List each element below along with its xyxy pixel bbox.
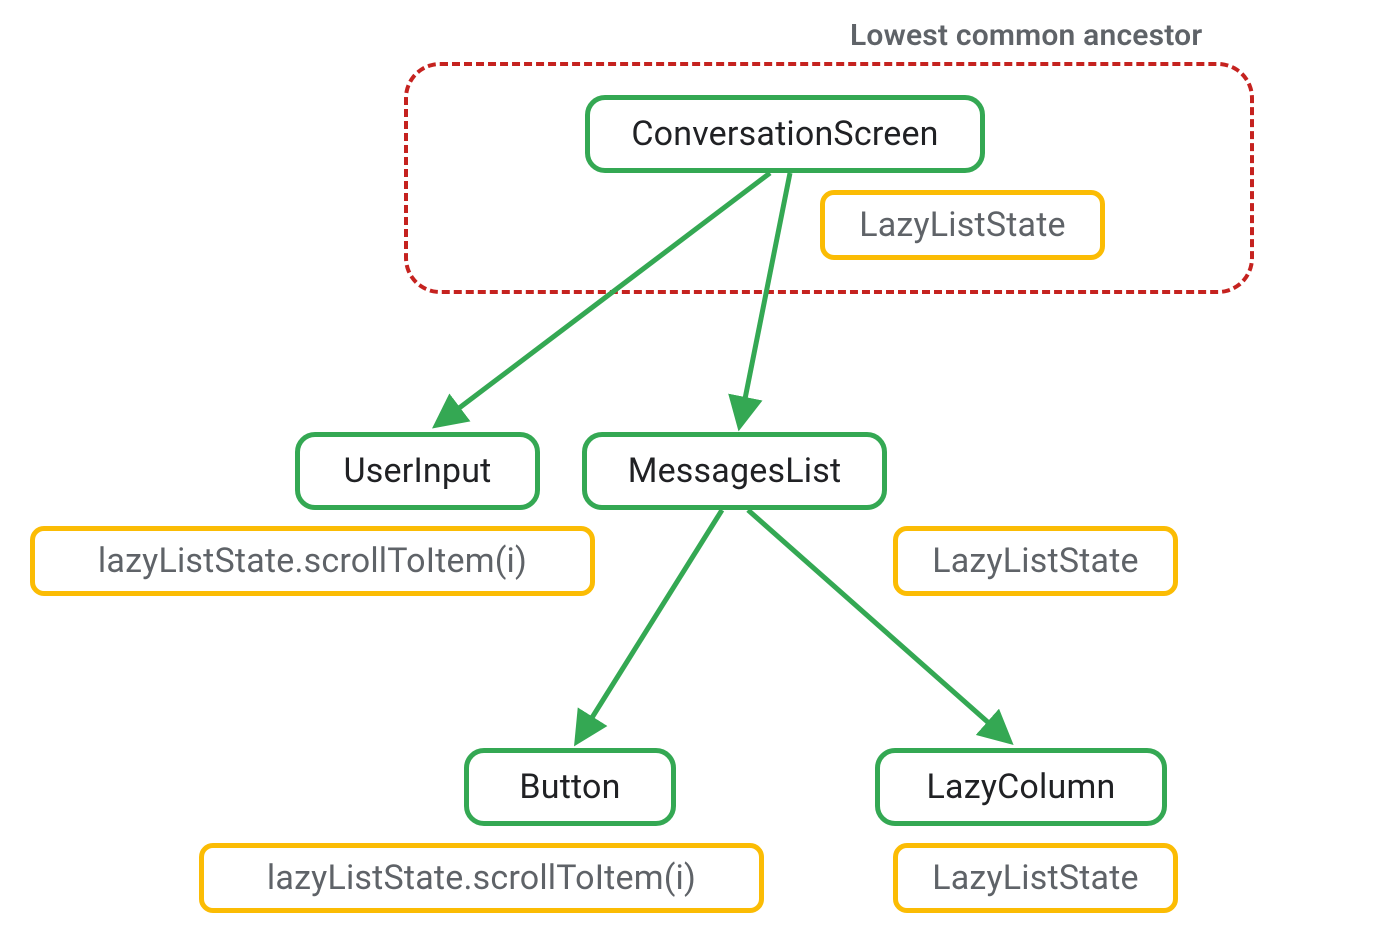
annotation-label: LazyListState — [932, 858, 1139, 898]
annotation-user-input-scroll: lazyListState.scrollToItem(i) — [30, 526, 595, 596]
annotation-lazyliststate-top: LazyListState — [820, 190, 1105, 260]
node-label: ConversationScreen — [631, 114, 938, 154]
node-button: Button — [464, 748, 676, 826]
annotation-button-scroll: lazyListState.scrollToItem(i) — [199, 843, 764, 913]
node-label: Button — [519, 767, 620, 807]
node-messages-list: MessagesList — [582, 432, 887, 510]
annotation-label: lazyListState.scrollToItem(i) — [267, 858, 696, 898]
node-lazy-column: LazyColumn — [875, 748, 1167, 826]
annotation-lazyliststate-bot: LazyListState — [893, 843, 1178, 913]
annotation-label: lazyListState.scrollToItem(i) — [98, 541, 527, 581]
edge-messageslist-to-button — [578, 510, 722, 740]
node-label: LazyColumn — [927, 767, 1116, 807]
node-conversation-screen: ConversationScreen — [585, 95, 985, 173]
node-user-input: UserInput — [295, 432, 540, 510]
diagram-canvas: Lowest common ancestor ConversationScree… — [0, 0, 1388, 942]
annotation-label: LazyListState — [932, 541, 1139, 581]
lowest-common-ancestor-label: Lowest common ancestor — [850, 18, 1202, 53]
node-label: MessagesList — [628, 451, 842, 491]
annotation-lazyliststate-mid: LazyListState — [893, 526, 1178, 596]
annotation-label: LazyListState — [859, 205, 1066, 245]
node-label: UserInput — [344, 451, 492, 491]
